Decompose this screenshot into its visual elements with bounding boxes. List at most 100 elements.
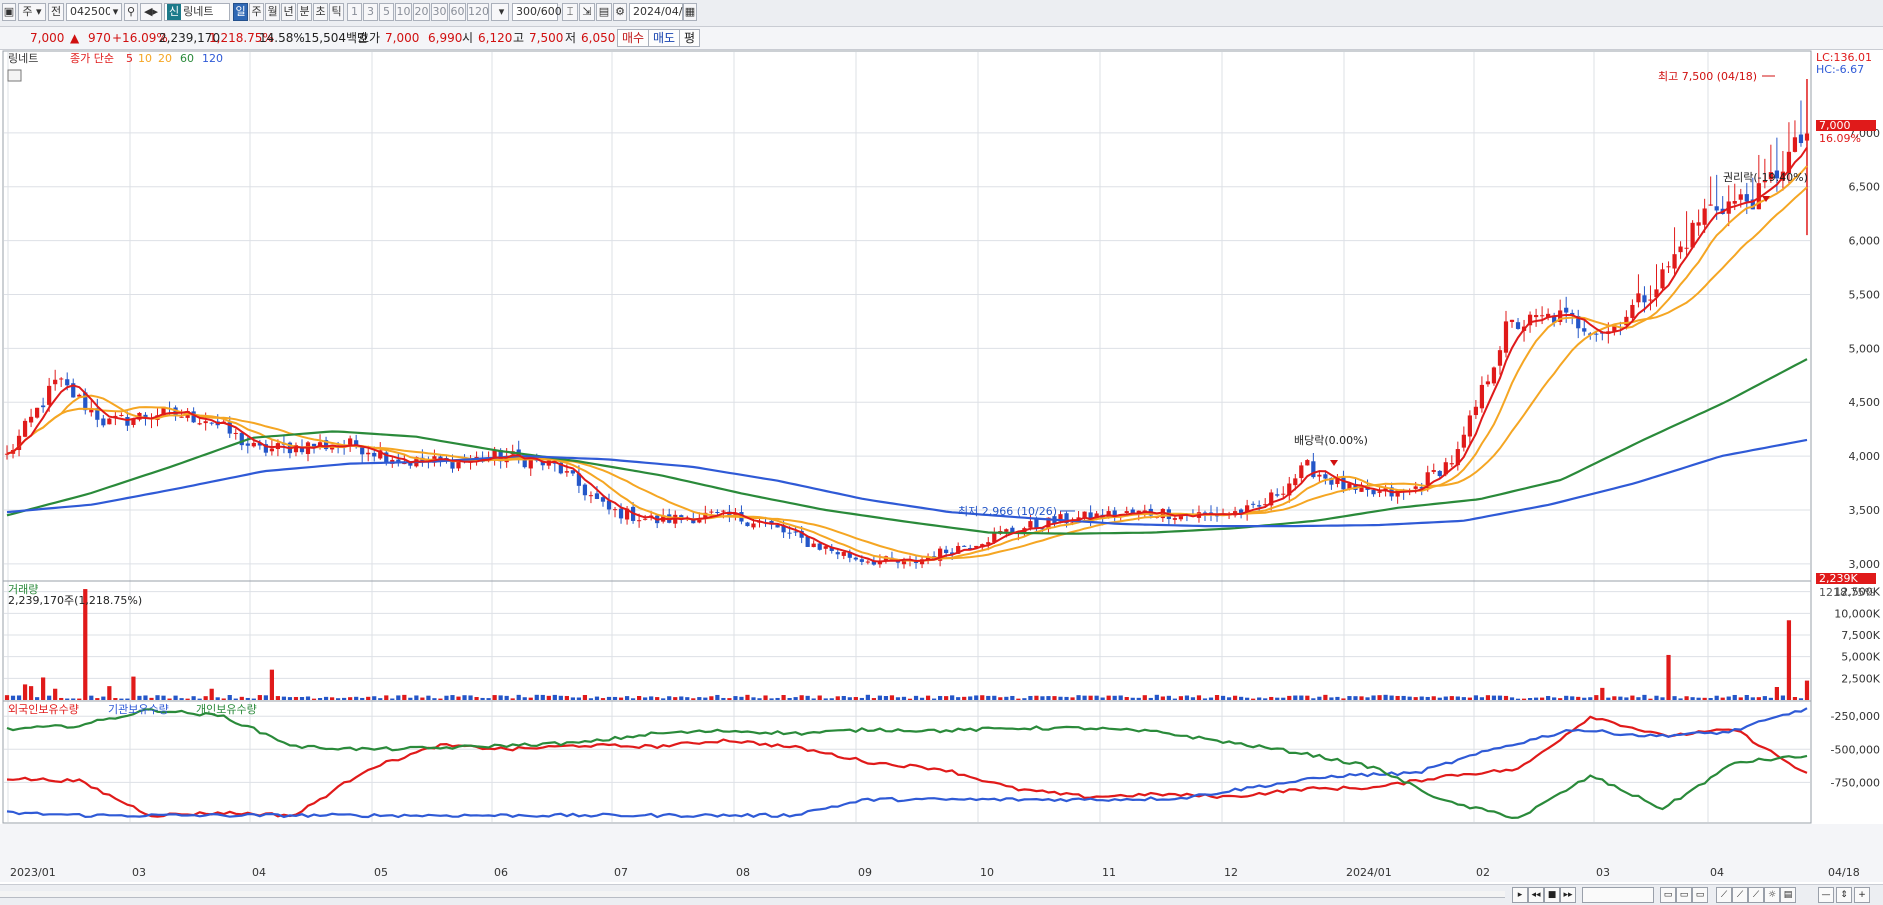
bid-price: 6,990 bbox=[428, 31, 463, 45]
candle-body bbox=[1449, 463, 1454, 465]
scroll-track[interactable] bbox=[0, 891, 1505, 898]
month-tick-label: 12 bbox=[1224, 866, 1238, 879]
candle-body bbox=[1010, 527, 1015, 533]
volume-bar bbox=[1220, 695, 1226, 700]
window-icon[interactable]: ▭ bbox=[1660, 887, 1676, 903]
rewind-icon[interactable]: ◂◂ bbox=[1528, 887, 1544, 903]
line-tool-icon[interactable]: ⟋ bbox=[1748, 887, 1764, 903]
evaluate-button[interactable]: 평 bbox=[679, 29, 701, 47]
volume-bar bbox=[53, 688, 58, 700]
save-icon[interactable]: ▤ bbox=[596, 3, 612, 21]
volume-bar bbox=[1172, 698, 1177, 700]
scroll-bar[interactable]: ▸ ◂◂ ■ ▸▸ ▭ ▭ ▭ ⟋ ⟋ ⟋ ☼ ▤ — ⇕ + bbox=[0, 884, 1883, 905]
fast-forward-icon[interactable]: ▸▸ bbox=[1560, 887, 1576, 903]
volume-bar bbox=[233, 698, 238, 700]
stock-name-field[interactable]: 신 링네트 bbox=[164, 3, 230, 21]
zoom-slider[interactable] bbox=[1582, 887, 1654, 903]
layout-icon[interactable]: ▤ bbox=[1780, 887, 1796, 903]
mode-select[interactable]: 전 bbox=[48, 3, 64, 21]
tab-year[interactable]: 년 bbox=[281, 3, 296, 21]
volume-bar bbox=[1293, 695, 1298, 700]
month-tick-label: 05 bbox=[374, 866, 388, 879]
candle-body bbox=[1028, 521, 1033, 528]
interval-60[interactable]: 60 bbox=[449, 3, 466, 21]
candle-type-icon[interactable]: ⌶ bbox=[562, 3, 578, 21]
candle-body bbox=[59, 378, 64, 380]
volume-bar bbox=[1606, 697, 1611, 700]
volume-bar bbox=[1702, 697, 1707, 700]
volume-bar bbox=[1630, 695, 1635, 700]
volume-bar bbox=[293, 696, 299, 700]
date-input[interactable]: 2024/04/18 bbox=[629, 3, 696, 21]
volume-bar bbox=[871, 698, 876, 700]
volume-bar bbox=[1377, 695, 1382, 700]
volume-bar bbox=[534, 694, 539, 700]
high-annotation: 최고 7,500 (04/18) bbox=[1658, 70, 1757, 83]
scroll-left-icon[interactable]: ▸ bbox=[1512, 887, 1528, 903]
zoom-icon[interactable]: ⇕ bbox=[1836, 887, 1852, 903]
volume-bar bbox=[685, 697, 690, 700]
window-icon[interactable]: ▭ bbox=[1692, 887, 1708, 903]
volume-bar bbox=[28, 686, 34, 700]
volume-bar bbox=[931, 698, 937, 700]
volume-bar bbox=[1546, 695, 1551, 700]
volume-bar bbox=[1600, 687, 1605, 700]
interval-10[interactable]: 10 bbox=[395, 3, 412, 21]
volume-bar bbox=[1461, 697, 1466, 700]
volume-bar bbox=[630, 698, 636, 700]
tab-tick[interactable]: 틱 bbox=[329, 3, 344, 21]
candle-body bbox=[817, 543, 822, 550]
plus-icon[interactable]: + bbox=[1854, 887, 1870, 903]
interval-1[interactable]: 1 bbox=[347, 3, 362, 21]
speaker-icon[interactable]: ◀▸ bbox=[140, 3, 162, 21]
interval-3[interactable]: 3 bbox=[363, 3, 378, 21]
window-menu-icon[interactable]: ▣ bbox=[2, 3, 16, 21]
volume-bar bbox=[901, 696, 907, 700]
stock-name: 링네트 bbox=[183, 5, 214, 18]
chart-settings-icon[interactable] bbox=[7, 69, 22, 82]
chevron-down-icon[interactable]: ▾ bbox=[495, 3, 509, 21]
period-select[interactable]: 주 ▾ bbox=[18, 3, 46, 21]
buy-button[interactable]: 매수 bbox=[617, 29, 650, 47]
interval-30[interactable]: 30 bbox=[431, 3, 448, 21]
minus-icon[interactable]: — bbox=[1818, 887, 1834, 903]
interval-120[interactable]: 120 bbox=[467, 3, 489, 21]
line-tool-icon[interactable]: ⟋ bbox=[1732, 887, 1748, 903]
volume-bar bbox=[1714, 695, 1719, 700]
volume-bar bbox=[1130, 697, 1135, 700]
tab-month[interactable]: 월 bbox=[265, 3, 280, 21]
volume-bar bbox=[1473, 695, 1478, 700]
interval-5[interactable]: 5 bbox=[379, 3, 394, 21]
calendar-icon[interactable]: ▦ bbox=[683, 3, 697, 21]
settings-icon[interactable]: ☼ bbox=[1764, 887, 1780, 903]
tab-week[interactable]: 주 bbox=[249, 3, 264, 21]
scale-icon[interactable]: ⇲ bbox=[579, 3, 595, 21]
volume-bar bbox=[1708, 698, 1713, 700]
volume-bar bbox=[311, 698, 317, 700]
window-icon[interactable]: ▭ bbox=[1676, 887, 1692, 903]
chevron-down-icon[interactable]: ▾ bbox=[110, 3, 122, 21]
volume-bar bbox=[679, 696, 684, 700]
volume-bar bbox=[323, 696, 329, 700]
low-label: 저 bbox=[565, 31, 577, 45]
interval-20[interactable]: 20 bbox=[413, 3, 430, 21]
chart-area[interactable]: 3,000 3,500 4,000 4,500 5,000 5,500 6,000 6,500… bbox=[0, 50, 1883, 882]
volume-bar bbox=[1124, 697, 1129, 700]
volume-bar bbox=[1251, 698, 1256, 700]
volume-bar bbox=[655, 697, 660, 700]
gear-icon[interactable]: ⚙ bbox=[613, 3, 627, 21]
tab-day[interactable]: 일 bbox=[233, 3, 248, 21]
line-tool-icon[interactable]: ⟋ bbox=[1716, 887, 1732, 903]
stop-icon[interactable]: ■ bbox=[1544, 887, 1560, 903]
candle-body bbox=[1371, 489, 1376, 495]
volume-bar bbox=[1311, 698, 1316, 700]
candle-body bbox=[528, 459, 533, 469]
volume-bar bbox=[1076, 695, 1081, 700]
tab-second[interactable]: 초 bbox=[313, 3, 328, 21]
volume-bar bbox=[41, 677, 46, 700]
search-icon[interactable]: ⚲ bbox=[124, 3, 138, 21]
tab-minute[interactable]: 분 bbox=[297, 3, 312, 21]
volume-bar bbox=[299, 697, 305, 700]
bar-count-input[interactable]: 300/600 bbox=[512, 3, 562, 21]
sell-button[interactable]: 매도 bbox=[648, 29, 681, 47]
